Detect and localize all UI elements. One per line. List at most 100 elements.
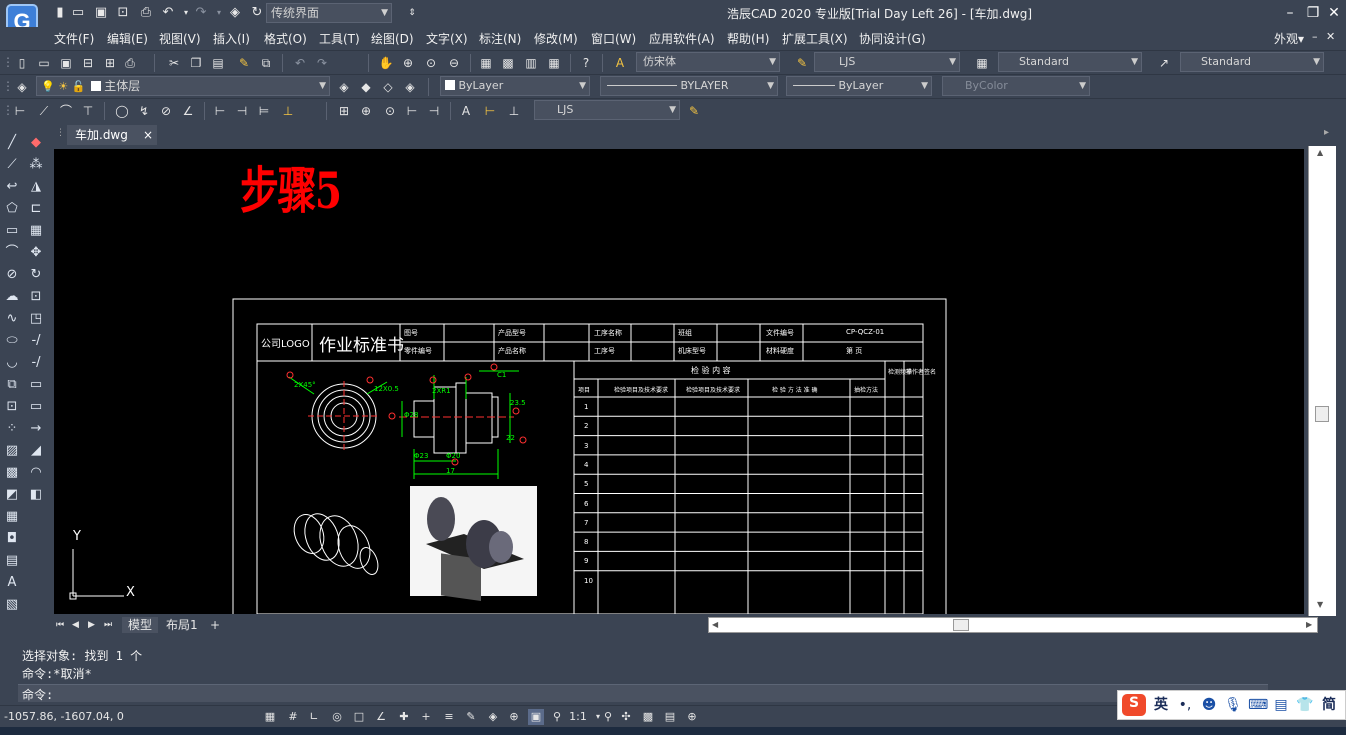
- horizontal-scroll-thumb[interactable]: [953, 619, 969, 631]
- block-editor-icon[interactable]: ⧉: [258, 55, 274, 71]
- multileader-style-icon[interactable]: ↗: [1156, 55, 1172, 71]
- ordinate-dim-icon[interactable]: ⊤: [80, 103, 96, 119]
- linear-dim-icon[interactable]: ⊢: [12, 103, 28, 119]
- tab-add[interactable]: +: [210, 617, 220, 633]
- menu-collaboration[interactable]: 协同设计(G): [859, 30, 926, 47]
- microphone-icon[interactable]: 🎙: [1224, 696, 1242, 714]
- grid-display-icon[interactable]: #: [285, 709, 301, 725]
- menu-appearance[interactable]: 外观▾: [1274, 30, 1304, 47]
- annotation-scale[interactable]: 1:1: [566, 709, 590, 725]
- match-properties-icon[interactable]: ✎: [236, 55, 252, 71]
- menu-modify[interactable]: 修改(M): [534, 30, 578, 47]
- grip-icon[interactable]: ⋮: [2, 54, 14, 70]
- circle-icon[interactable]: ⊘: [3, 266, 21, 284]
- command-input[interactable]: 命令:: [18, 684, 1268, 702]
- point-icon[interactable]: ⁘: [3, 420, 21, 438]
- save-icon[interactable]: ▣: [93, 5, 109, 21]
- copy-icon[interactable]: ❐: [188, 55, 204, 71]
- copy-object-icon[interactable]: ⁂: [27, 156, 45, 174]
- zoom-previous-icon[interactable]: ⊖: [446, 55, 462, 71]
- save-as-icon[interactable]: ⊡: [115, 5, 131, 21]
- grid-icon[interactable]: ▤: [3, 552, 21, 570]
- side-view[interactable]: [399, 370, 519, 479]
- jog-line-icon[interactable]: ⊢: [404, 103, 420, 119]
- status-menu-icon[interactable]: ⊕: [684, 709, 700, 725]
- menu-edit[interactable]: 编辑(E): [107, 30, 148, 47]
- menu-draw[interactable]: 绘图(D): [371, 30, 414, 47]
- extend-icon[interactable]: -/: [27, 354, 45, 372]
- cut-icon[interactable]: ✂: [166, 55, 182, 71]
- otrack-icon[interactable]: ∠: [373, 709, 389, 725]
- diameter-dim-icon[interactable]: ⊘: [158, 103, 174, 119]
- layer-previous-icon[interactable]: ◆: [358, 79, 374, 95]
- layers-icon[interactable]: ◈: [227, 5, 243, 21]
- menu-view[interactable]: 视图(V): [159, 30, 201, 47]
- spline-icon[interactable]: ∿: [3, 310, 21, 328]
- tab-layout1[interactable]: 布局1: [166, 617, 198, 633]
- layer-isolate-icon[interactable]: ◈: [402, 79, 418, 95]
- paste-icon[interactable]: ▤: [210, 55, 226, 71]
- menu-applications[interactable]: 应用软件(A): [649, 30, 715, 47]
- dim-update-icon[interactable]: ⊢: [482, 103, 498, 119]
- horizontal-scrollbar[interactable]: ◀ ▶: [708, 617, 1318, 633]
- emoji-icon[interactable]: ☻: [1200, 696, 1218, 714]
- hardware-accel-icon[interactable]: ▩: [640, 709, 656, 725]
- table-style-icon[interactable]: ▦: [974, 55, 990, 71]
- open-file-icon[interactable]: ▭: [70, 5, 86, 21]
- dynamic-input-icon[interactable]: +: [418, 709, 434, 725]
- osnap-icon[interactable]: □: [351, 709, 367, 725]
- menu-file[interactable]: 文件(F): [54, 30, 94, 47]
- toolbox-icon[interactable]: ▤: [1272, 696, 1290, 714]
- break-icon[interactable]: ▭: [27, 376, 45, 394]
- rotate-icon[interactable]: ↻: [27, 266, 45, 284]
- menu-format[interactable]: 格式(O): [264, 30, 307, 47]
- minimize-icon[interactable]: –: [1281, 4, 1299, 22]
- offset-icon[interactable]: ⊏: [27, 200, 45, 218]
- scroll-right-icon[interactable]: ▶: [1306, 618, 1312, 632]
- plot-icon[interactable]: ⊟: [80, 55, 96, 71]
- zoom-realtime-icon[interactable]: ⊕: [400, 55, 416, 71]
- angular-dim-icon[interactable]: ∠: [180, 103, 196, 119]
- make-current-icon[interactable]: ◈: [336, 79, 352, 95]
- publish-icon[interactable]: ⎙: [122, 55, 138, 71]
- tab-drawing[interactable]: 车加.dwg ×: [67, 125, 157, 145]
- tab-scroll-icon[interactable]: ▸: [1324, 127, 1329, 138]
- multileader-style-select[interactable]: Standard ▼: [1180, 52, 1324, 72]
- baseline-dim-icon[interactable]: ⊣: [234, 103, 250, 119]
- radius-dim-icon[interactable]: ◯: [114, 103, 130, 119]
- properties-icon[interactable]: ▦: [478, 55, 494, 71]
- tolerance-icon[interactable]: ⊞: [336, 103, 352, 119]
- ellipse-arc-icon[interactable]: ◡: [3, 354, 21, 372]
- ellipse-icon[interactable]: ⬭: [3, 332, 21, 350]
- tab-model[interactable]: 模型: [122, 617, 159, 633]
- help-icon[interactable]: ?: [578, 55, 594, 71]
- quick-dim-icon[interactable]: ⊢: [212, 103, 228, 119]
- chamfer-icon[interactable]: ◢: [27, 442, 45, 460]
- center-mark-icon[interactable]: ⊕: [358, 103, 374, 119]
- layer-select[interactable]: 💡 ☀ 🔓 主体层 ▼: [36, 76, 330, 96]
- tool-palettes-icon[interactable]: ▥: [523, 55, 539, 71]
- scroll-up-icon[interactable]: ▲: [1317, 148, 1323, 157]
- isometric-wireframe[interactable]: [289, 509, 381, 577]
- arc-length-icon[interactable]: ⌒: [58, 103, 74, 119]
- inspect-icon[interactable]: ⊙: [382, 103, 398, 119]
- redo-icon[interactable]: ↷: [314, 55, 330, 71]
- menu-tools[interactable]: 工具(T): [319, 30, 360, 47]
- explode-icon[interactable]: ◧: [27, 486, 45, 504]
- scale-icon[interactable]: ⊡: [27, 288, 45, 306]
- ime-language-toggle[interactable]: 英: [1152, 696, 1170, 714]
- new-file-icon[interactable]: ▮: [52, 5, 68, 21]
- clean-screen-icon[interactable]: ▤: [662, 709, 678, 725]
- workspace-select[interactable]: 传统界面 ▼: [266, 3, 392, 23]
- snap-grid-icon[interactable]: ▦: [262, 709, 278, 725]
- model-space-canvas[interactable]: 步骤5 公司LOGO 作业标准书 图号 产品型号 工序名称 班组 文件编号 CP…: [54, 149, 1304, 614]
- undo-icon[interactable]: ↶: [160, 5, 176, 21]
- workspace-switch-icon[interactable]: ✣: [618, 709, 634, 725]
- table-style-select[interactable]: Standard ▼: [998, 52, 1142, 72]
- region-icon[interactable]: ◩: [3, 486, 21, 504]
- keyboard-icon[interactable]: ⌨: [1248, 696, 1268, 714]
- lineweight-icon[interactable]: ≡: [441, 709, 457, 725]
- construction-line-icon[interactable]: ⟋: [3, 156, 21, 174]
- transparency-icon[interactable]: ✎: [463, 709, 479, 725]
- dim-edit-icon[interactable]: ⊣: [426, 103, 442, 119]
